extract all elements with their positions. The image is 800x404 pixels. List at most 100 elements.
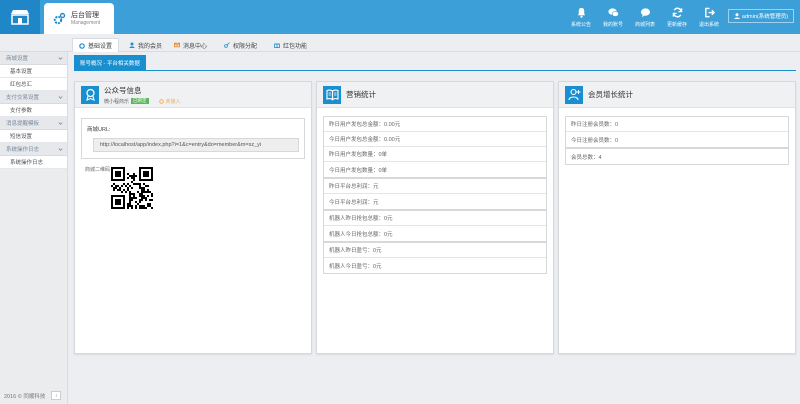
admin-title: 后台管理	[71, 11, 99, 19]
card-header: 公众号信息 微小程商乐 已绑定 未接入	[75, 82, 311, 108]
nav-label: 商城列表	[634, 21, 655, 28]
nav-logout[interactable]: 退出系统	[693, 0, 725, 34]
sidebar-item-system-log[interactable]: 系统操作日志	[0, 156, 67, 169]
member-stats-list: 昨日注册会员数：0 今日注册会员数：0 会员总数：4	[559, 108, 795, 165]
sidebar-footer: 2016 © 同顺科技 ‹	[4, 391, 62, 400]
card-marketing-stats: 营销统计 昨日用户发包总金额：0.00元 今日用户发包总金额：0.00元 昨日用…	[316, 81, 554, 354]
account-name: 微小程商乐	[104, 98, 130, 105]
nav-refresh-cache[interactable]: 更新缓存	[661, 0, 693, 34]
user-icon	[734, 13, 740, 19]
stat-group: 机器人昨日抢包总额：0元 机器人今日抢包总额：0元	[323, 210, 547, 242]
stat-group: 会员总数：4	[565, 148, 789, 165]
marketing-stats-list: 昨日用户发包总金额：0.00元 今日用户发包总金额：0.00元 昨日用户发包数量…	[317, 108, 553, 274]
nav-store-list[interactable]: 商城列表	[629, 0, 661, 34]
stat-row: 昨日平台总利润：元	[324, 179, 546, 194]
stat-group: 昨日用户发包总金额：0.00元 今日用户发包总金额：0.00元 昨日用户发包数量…	[323, 116, 547, 178]
stat-row: 昨日注册会员数：0	[566, 117, 788, 132]
status-badge: 已绑定	[131, 98, 149, 104]
card-member-growth: 会员增长统计 昨日注册会员数：0 今日注册会员数：0 会员总数：4	[558, 81, 796, 354]
sidebar-group-label: 系统操作日志	[6, 147, 40, 153]
module-tabs: 基础设置 我的会员 消息中心 权限分配 红包功能	[0, 34, 800, 52]
chevron-down-icon	[58, 121, 63, 125]
refresh-icon	[672, 7, 682, 17]
sidebar-item-payment-params[interactable]: 支付参数	[0, 104, 67, 117]
stat-row: 昨日用户发包总金额：0.00元	[324, 117, 546, 132]
card-header: 会员增长统计	[559, 82, 795, 108]
url-label: 商城URL:	[87, 127, 111, 133]
sidebar: 商城设置 基本设置 红包总汇 支付交易设置 支付参数 消息提醒模板 短信设置 系…	[0, 52, 68, 404]
stat-row: 机器人今日抢包总额：0元	[329, 231, 393, 238]
sidebar-collapse-button[interactable]: ‹	[51, 391, 62, 400]
admin-subtitle: Management	[71, 19, 101, 26]
add-user-icon	[565, 85, 583, 104]
tab-basic-settings[interactable]: 基础设置	[72, 38, 120, 52]
store-logo-icon[interactable]	[0, 0, 40, 34]
card-header: 营销统计	[317, 82, 553, 108]
nav-announcement[interactable]: 系统公告	[565, 0, 597, 34]
tab-my-members[interactable]: 我的会员	[123, 38, 168, 52]
stat-row: 机器人昨日盈亏：0元	[324, 243, 546, 258]
mail-icon	[174, 42, 180, 48]
sidebar-group-payment-settings[interactable]: 支付交易设置	[0, 91, 67, 104]
nav-label: 我的账号	[602, 21, 623, 28]
stat-row: 今日用户发包总金额：0.00元	[324, 132, 546, 147]
stat-row: 会员总数：4	[571, 154, 602, 161]
bell-icon	[577, 7, 585, 18]
book-icon	[323, 85, 341, 104]
store-url-box: 商城URL: http://localhost/app/index.php?i=…	[81, 118, 305, 159]
card-official-account: 公众号信息 微小程商乐 已绑定 未接入 商城URL: http://localh…	[74, 81, 312, 354]
sidebar-group-message-templates[interactable]: 消息提醒模板	[0, 117, 67, 130]
sidebar-group-store-settings[interactable]: 商城设置	[0, 52, 67, 65]
nav-label: 更新缓存	[666, 21, 687, 28]
card-title: 会员增长统计	[588, 90, 633, 99]
key-icon	[224, 42, 230, 48]
account-status: 微小程商乐 已绑定 未接入	[104, 98, 181, 105]
pending-status: 未接入	[158, 98, 181, 105]
tab-label: 消息中心	[183, 43, 208, 50]
stat-row: 昨日用户发包数量：0单	[324, 147, 546, 162]
tab-label: 基础设置	[88, 44, 113, 50]
tab-label: 红包功能	[283, 43, 308, 50]
stat-row: 今日平台总利润：元	[329, 199, 379, 206]
tab-permissions[interactable]: 权限分配	[218, 38, 263, 52]
sidebar-group-label: 商城设置	[6, 56, 29, 62]
sidebar-item-sms-settings[interactable]: 短信设置	[0, 130, 67, 143]
admin-module-tab[interactable]: 后台管理 Management	[44, 3, 114, 34]
main-content: 账号概况 - 平台相关数据 公众号信息 微小程商乐 已绑定 未接入 商城URL:…	[74, 55, 800, 404]
header-nav: 系统公告 我的账号 商城列表 更新缓存 退出系统	[565, 0, 725, 34]
chevron-down-icon	[58, 56, 63, 60]
gear-icon	[53, 12, 66, 24]
logout-icon	[704, 7, 715, 17]
nav-my-account[interactable]: 我的账号	[597, 0, 629, 34]
stat-group: 机器人昨日盈亏：0元 机器人今日盈亏：0元	[323, 242, 547, 274]
sidebar-group-system-log[interactable]: 系统操作日志	[0, 143, 67, 156]
qr-label: 商城二维码	[85, 167, 111, 173]
message-icon	[640, 7, 650, 17]
tab-red-packet[interactable]: 红包功能	[268, 38, 313, 52]
user-icon	[129, 42, 135, 48]
stat-row: 今日用户发包数量：0单	[329, 167, 388, 174]
qr-row: 商城二维码	[85, 167, 305, 209]
pending-label: 未接入	[165, 98, 181, 105]
user-menu-button[interactable]: admin(系统管理员)	[728, 9, 794, 23]
gear-icon	[158, 98, 164, 104]
stat-row: 今日注册会员数：0	[571, 137, 619, 144]
nav-label: 退出系统	[698, 21, 719, 28]
store-url-field[interactable]: http://localhost/app/index.php?i=1&c=ent…	[93, 138, 299, 152]
user-name: admin(系统管理员)	[741, 14, 789, 20]
nav-label: 系统公告	[570, 21, 591, 28]
chevron-down-icon	[58, 95, 63, 99]
store-qr-code	[111, 167, 153, 209]
chat-icon	[607, 7, 619, 17]
stat-row: 机器人今日盈亏：0元	[329, 263, 382, 270]
award-icon	[81, 85, 99, 104]
sidebar-item-basic-settings[interactable]: 基本设置	[0, 65, 67, 78]
stat-row: 机器人昨日抢包总额：0元	[324, 211, 546, 226]
card-title: 公众号信息	[104, 85, 142, 95]
tab-message-center[interactable]: 消息中心	[168, 38, 213, 52]
stat-group: 昨日平台总利润：元 今日平台总利润：元	[323, 178, 547, 210]
section-tab-account-overview[interactable]: 账号概况 - 平台相关数据	[74, 55, 146, 70]
gift-icon	[274, 43, 280, 48]
sidebar-item-red-packet-summary[interactable]: 红包总汇	[0, 78, 67, 91]
card-title: 营销统计	[346, 90, 376, 99]
